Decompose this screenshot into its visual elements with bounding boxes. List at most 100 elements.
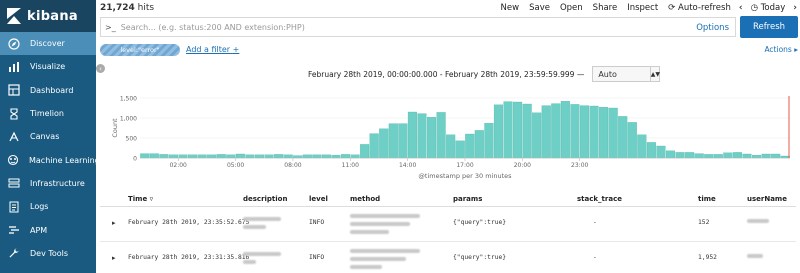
y-tick-label: 500: [126, 136, 138, 143]
histogram-bar: [742, 153, 752, 159]
cell-level: INFO: [309, 219, 325, 226]
sidebar-item-discover[interactable]: Discover: [0, 32, 96, 56]
histogram-bar: [168, 154, 178, 159]
histogram-bar: [274, 154, 284, 159]
canvas-icon: [7, 130, 20, 143]
histogram-bar: [646, 142, 656, 159]
sidebar-item-infrastructure[interactable]: Infrastructure: [0, 172, 96, 195]
auto-refresh-button[interactable]: ⟳ Auto-refresh: [668, 3, 731, 13]
histogram-bar: [293, 155, 303, 159]
histogram-bar: [379, 128, 389, 159]
histogram-bar: [446, 134, 456, 159]
save-button[interactable]: Save: [529, 3, 550, 13]
prev-time-button[interactable]: ‹: [739, 3, 743, 13]
wrench-icon: [7, 247, 20, 260]
x-tick-label: 11:00: [342, 162, 359, 169]
sidebar-item-canvas[interactable]: Canvas: [0, 125, 96, 148]
column-header-username[interactable]: userName: [747, 195, 787, 203]
sidebar-item-logs[interactable]: Logs: [0, 195, 96, 218]
next-time-button[interactable]: ›: [793, 3, 797, 13]
collapse-sidebar-button[interactable]: ‹: [96, 64, 105, 73]
histogram-bar: [388, 123, 398, 159]
sidebar-item-apm[interactable]: APM: [0, 218, 96, 241]
new-button[interactable]: New: [501, 3, 520, 13]
caret-right-icon: ▸: [794, 45, 798, 54]
x-tick-label: 08:00: [284, 162, 301, 169]
sort-icon: ▿: [149, 195, 154, 203]
sidebar-item-timelion[interactable]: Timelion: [0, 102, 96, 125]
column-header-level[interactable]: level: [309, 195, 328, 203]
expand-row-icon[interactable]: ▸: [112, 219, 116, 227]
add-filter-button[interactable]: Add a filter +: [186, 45, 239, 54]
filter-pill[interactable]: level:"error": [100, 44, 180, 56]
sidebar-item-label: Infrastructure: [30, 178, 85, 188]
histogram-bar: [541, 105, 551, 159]
kibana-logo-icon: [7, 8, 21, 24]
apm-icon: [7, 224, 20, 237]
sidebar-item-label: APM: [30, 225, 48, 235]
histogram-bar: [560, 101, 570, 159]
column-header-stack-trace[interactable]: stack_trace: [577, 195, 622, 203]
sidebar-item-visualize[interactable]: Visualize: [0, 55, 96, 78]
share-button[interactable]: Share: [593, 3, 618, 13]
column-header-time-duration[interactable]: time: [698, 195, 716, 203]
options-button[interactable]: Options: [696, 23, 729, 33]
sidebar-item-label: Dev Tools: [30, 248, 69, 258]
expand-row-icon[interactable]: ▸: [112, 254, 116, 262]
histogram-bar: [417, 113, 427, 159]
histogram-bar: [188, 154, 198, 159]
actions-button[interactable]: Actions ▸: [764, 45, 798, 54]
open-button[interactable]: Open: [560, 3, 583, 13]
table-row[interactable]: ▸ February 28th 2019, 23:35:52.675 INFO …: [100, 207, 796, 242]
column-header-method[interactable]: method: [350, 195, 380, 203]
sidebar-item-label: Logs: [30, 202, 49, 212]
column-header-description[interactable]: description: [243, 195, 287, 203]
sidebar-item-dev-tools[interactable]: Dev Tools: [0, 242, 96, 265]
histogram-bar: [589, 105, 599, 159]
histogram-bar: [761, 153, 771, 159]
histogram-bar: [178, 154, 188, 159]
filter-bar: level:"error" Add a filter + Actions ▸: [100, 43, 798, 57]
histogram-bar: [321, 154, 331, 159]
cell-username-redacted: [747, 219, 769, 227]
histogram-bar: [331, 155, 341, 159]
search-input[interactable]: [120, 22, 661, 32]
histogram-bar: [599, 107, 609, 159]
histogram-bar: [283, 154, 293, 159]
sidebar-item-label: Dashboard: [30, 85, 74, 95]
sidebar-item-machine-learning[interactable]: Machine Learning: [0, 148, 100, 171]
table-row[interactable]: ▸ February 28th 2019, 23:31:35.816 INFO …: [100, 242, 796, 273]
select-caret-icon: ▲▼: [650, 67, 660, 81]
cell-method-redacted: [350, 214, 420, 238]
histogram-bar: [503, 101, 513, 159]
column-header-params[interactable]: params: [453, 195, 482, 203]
histogram-bar: [436, 112, 446, 159]
timelion-icon: [7, 107, 20, 120]
sidebar-item-dashboard[interactable]: Dashboard: [0, 79, 96, 102]
refresh-button[interactable]: Refresh: [740, 16, 798, 38]
inspect-button[interactable]: Inspect: [627, 3, 658, 13]
brand[interactable]: kibana: [0, 0, 96, 32]
histogram-bar: [522, 103, 532, 159]
x-tick-label: 20:00: [514, 162, 531, 169]
histogram-bar: [627, 122, 637, 159]
histogram-bar: [685, 152, 695, 159]
histogram-bar: [245, 154, 255, 159]
dashboard-icon: [7, 84, 20, 97]
histogram-bar: [493, 104, 503, 159]
histogram-bar: [159, 154, 169, 159]
sidebar-item-label: Visualize: [30, 62, 66, 72]
y-tick-label: 1,000: [120, 116, 137, 123]
histogram-bar: [713, 154, 723, 159]
histogram-bar: [474, 130, 484, 159]
top-menu: New Save Open Share Inspect ⟳ Auto-refre…: [496, 0, 800, 15]
interval-value: Auto: [598, 69, 617, 79]
histogram-bar: [455, 140, 465, 159]
today-button[interactable]: ◷ Today: [751, 3, 786, 13]
histogram-bar: [618, 116, 628, 159]
histogram-bar: [235, 153, 245, 159]
interval-select[interactable]: Auto ▲▼: [592, 66, 661, 82]
document-table: Time ▿ description level method params s…: [100, 190, 796, 273]
table-header: Time ▿ description level method params s…: [100, 190, 796, 207]
column-header-time[interactable]: Time ▿: [128, 195, 153, 203]
